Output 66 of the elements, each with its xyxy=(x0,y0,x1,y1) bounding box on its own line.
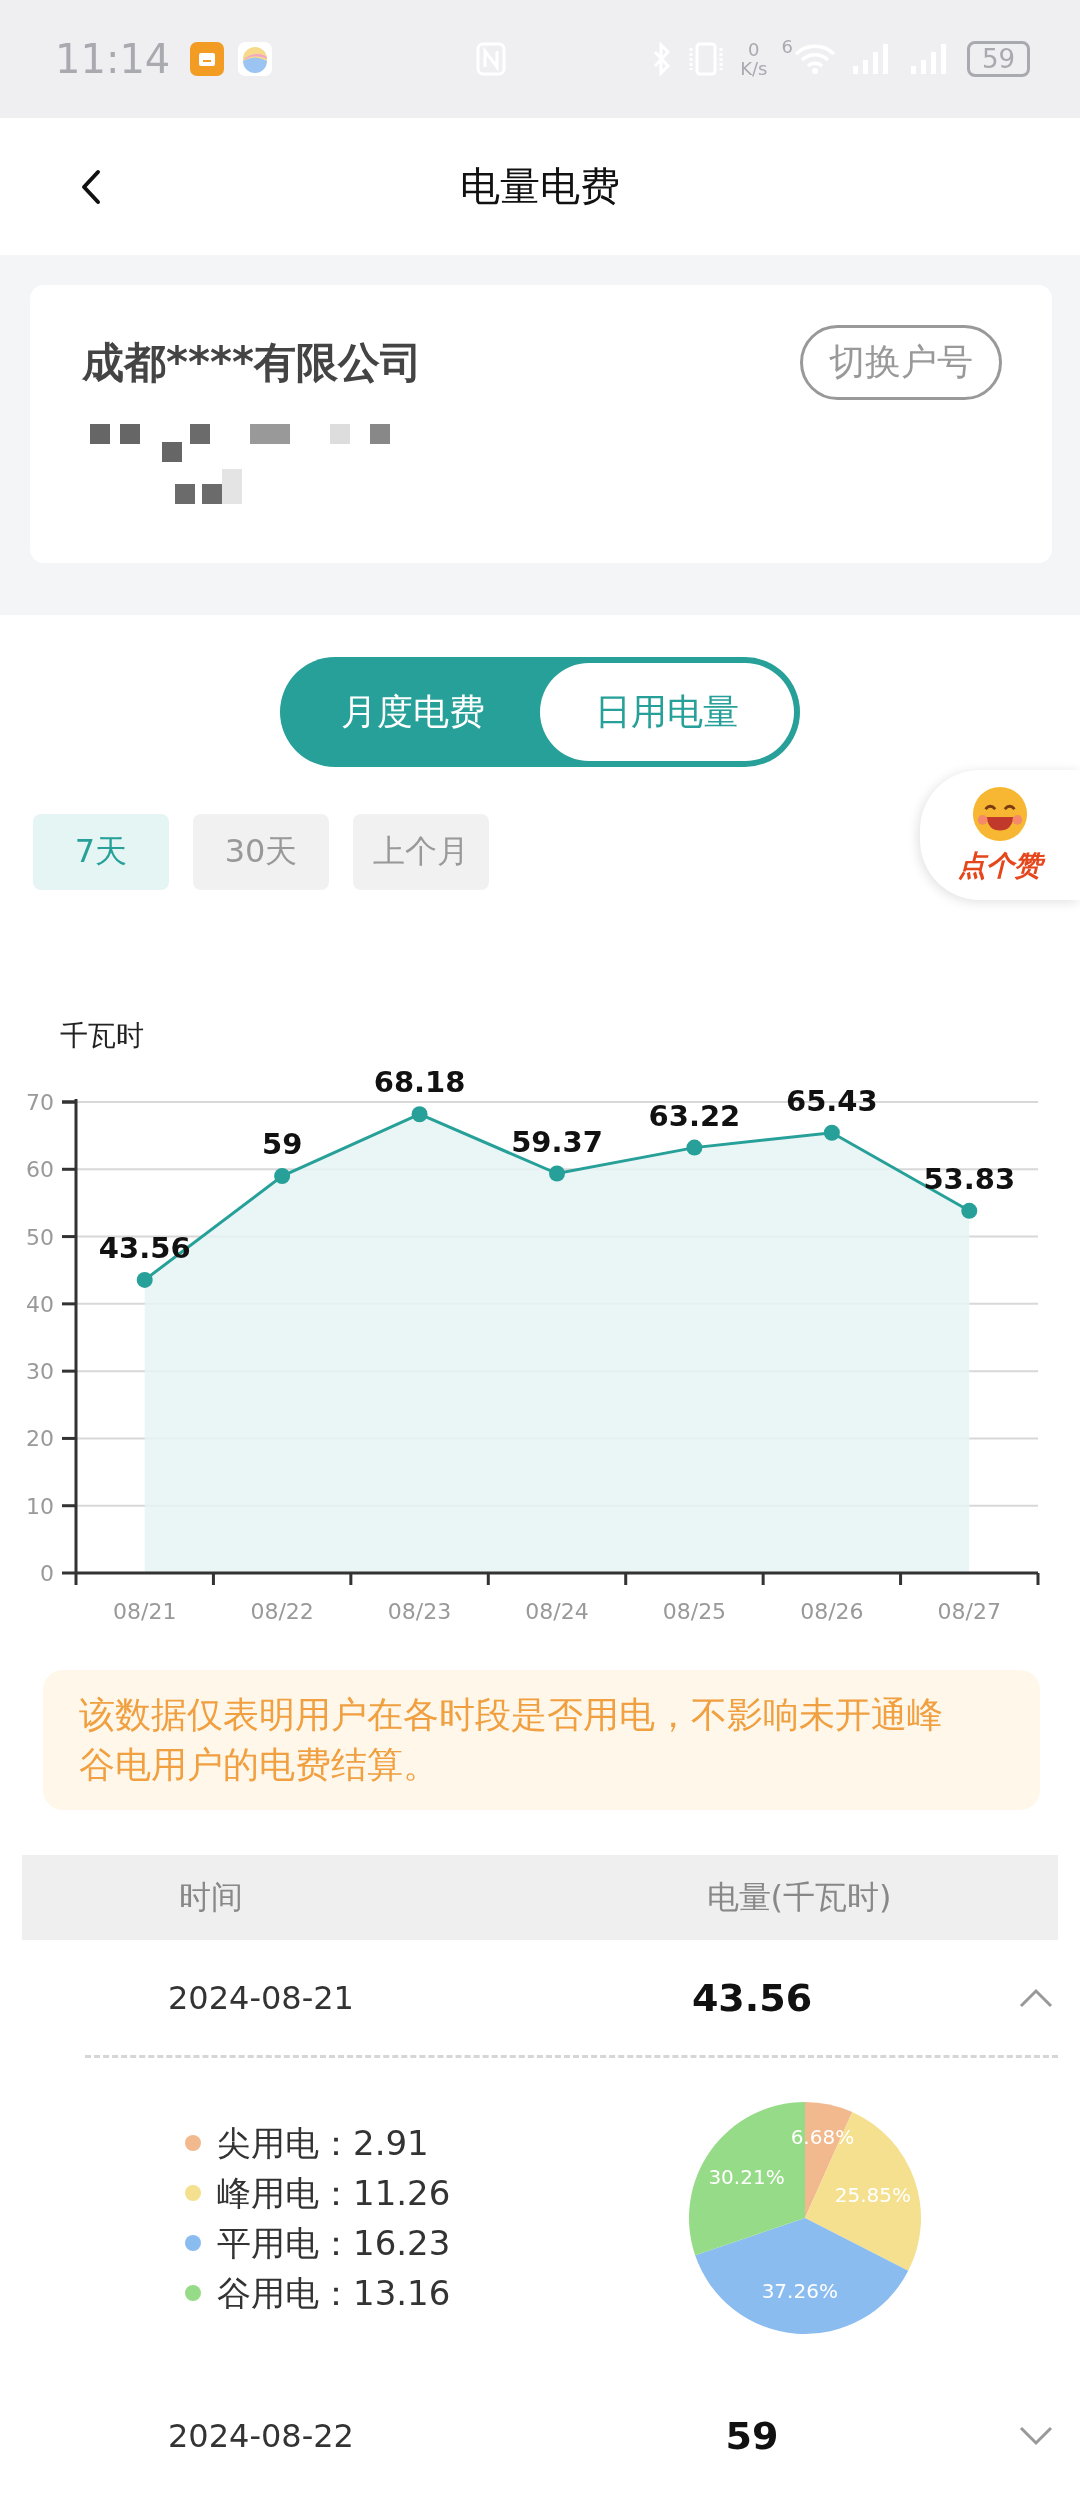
back-icon[interactable] xyxy=(80,168,102,205)
mode-tab[interactable]: 日用电量 xyxy=(540,663,794,761)
page-title: 电量电费 xyxy=(460,162,620,211)
data-point xyxy=(961,1202,978,1219)
pie-label: 30.21% xyxy=(708,2165,785,2190)
wifi-label: 6 xyxy=(781,36,793,57)
notice-banner: 该数据仅表明用户在各时段是否用电，不影响未开通峰谷电用户的电费结算。 xyxy=(43,1670,1040,1810)
app-notification-icon xyxy=(238,42,273,76)
range-chip[interactable]: 上个月 xyxy=(353,814,489,890)
x-tick-label: 08/24 xyxy=(525,1599,589,1624)
x-tick-label: 08/23 xyxy=(387,1599,452,1624)
chevron-up-icon[interactable] xyxy=(1018,1986,1054,2009)
x-tick-label: 08/21 xyxy=(113,1599,177,1624)
date-cell: 2024-08-21 xyxy=(168,1978,354,2017)
switch-account-button[interactable]: 切换户号 xyxy=(800,325,1002,400)
net-speed-value: 0 xyxy=(748,40,760,59)
data-point xyxy=(411,1106,428,1123)
y-tick-label: 20 xyxy=(26,1426,54,1452)
x-tick-label: 08/25 xyxy=(662,1599,727,1624)
usage-breakdown: 谷用电：13.16 xyxy=(217,2272,451,2315)
y-tick-label: 0 xyxy=(40,1561,54,1586)
column-header: 电量(千瓦时) xyxy=(705,1876,893,1918)
data-point xyxy=(136,1271,153,1288)
x-tick-label: 08/22 xyxy=(250,1599,314,1624)
data-label: 43.56 xyxy=(98,1230,191,1265)
mode-tab[interactable]: 月度电费 xyxy=(286,663,540,761)
y-axis-title: 千瓦时 xyxy=(60,1019,144,1052)
x-tick-label: 08/26 xyxy=(800,1599,864,1624)
y-tick-label: 50 xyxy=(26,1224,54,1250)
data-point xyxy=(686,1139,703,1156)
table-row[interactable]: 2024-08-22 59 xyxy=(0,2378,1080,2493)
pie-label: 37.26% xyxy=(761,2278,839,2303)
y-tick-label: 40 xyxy=(26,1291,54,1317)
range-chip[interactable]: 30天 xyxy=(193,814,329,890)
value-cell: 59 xyxy=(725,2413,779,2458)
y-tick-label: 70 xyxy=(26,1090,54,1115)
data-point xyxy=(274,1168,291,1184)
data-label: 65.43 xyxy=(786,1083,878,1118)
pie-label: 25.85% xyxy=(835,2183,912,2208)
battery-indicator: 59 xyxy=(966,41,1030,77)
usage-breakdown: 峰用电：11.26 xyxy=(217,2172,451,2215)
usage-breakdown: 尖用电：2.91 xyxy=(217,2122,429,2165)
table-row[interactable]: 2024-08-21 43.56 xyxy=(0,1940,1080,2055)
app-notification-icon xyxy=(190,42,225,76)
data-point xyxy=(823,1124,840,1141)
net-speed-unit: K/s xyxy=(740,59,768,78)
data-label: 68.18 xyxy=(373,1065,466,1100)
value-cell: 43.56 xyxy=(691,1975,813,2020)
y-tick-label: 60 xyxy=(26,1157,54,1183)
range-chip[interactable]: 7天 xyxy=(33,814,169,890)
smiley-icon xyxy=(971,785,1029,843)
like-badge[interactable]: 点个赞 xyxy=(920,770,1080,900)
data-point xyxy=(549,1165,565,1182)
data-label: 63.22 xyxy=(648,1098,741,1133)
column-header: 时间 xyxy=(178,1876,244,1918)
data-label: 59.37 xyxy=(511,1124,603,1159)
chevron-down-icon[interactable] xyxy=(1018,2424,1054,2447)
company-name: 成都****有限公司 xyxy=(82,336,422,389)
status-time: 11:14 xyxy=(55,36,171,82)
y-tick-label: 30 xyxy=(26,1359,54,1385)
data-label: 53.83 xyxy=(923,1161,1016,1196)
date-cell: 2024-08-22 xyxy=(168,2416,354,2455)
x-tick-label: 08/27 xyxy=(937,1599,1001,1624)
data-label: 59 xyxy=(261,1127,303,1161)
y-tick-label: 10 xyxy=(26,1493,54,1519)
usage-breakdown: 平用电：16.23 xyxy=(217,2222,451,2265)
